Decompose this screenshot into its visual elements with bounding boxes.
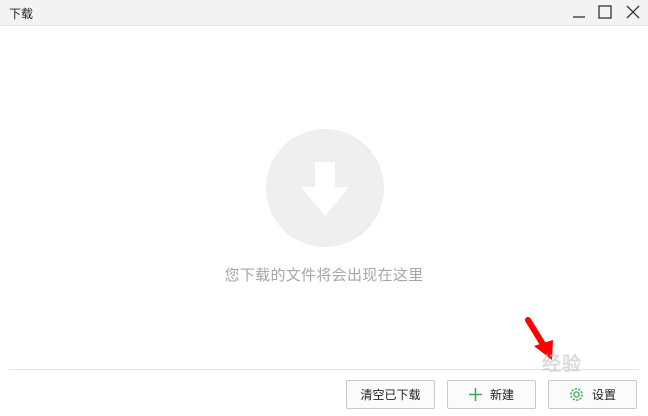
clear-downloaded-button[interactable]: 清空已下载 bbox=[346, 380, 435, 409]
empty-state-message: 您下载的文件将会出现在这里 bbox=[224, 266, 424, 284]
close-icon bbox=[626, 5, 640, 19]
plus-icon bbox=[468, 388, 482, 401]
maximize-icon bbox=[598, 5, 612, 19]
settings-label: 设置 bbox=[591, 388, 616, 402]
clear-downloaded-label: 清空已下载 bbox=[360, 388, 421, 402]
empty-state-icon-circle bbox=[266, 129, 384, 247]
baidu-jingyan-watermark: 经验 bbox=[542, 353, 583, 375]
new-download-label: 新建 bbox=[489, 388, 514, 402]
minimize-icon bbox=[573, 16, 585, 18]
maximize-button[interactable] bbox=[592, 0, 618, 26]
new-download-button[interactable]: 新建 bbox=[447, 380, 536, 409]
minimize-button[interactable] bbox=[566, 0, 592, 26]
settings-button[interactable]: 设置 bbox=[548, 380, 637, 409]
download-arrow-icon bbox=[301, 162, 349, 216]
window-title: 下载 bbox=[9, 7, 34, 21]
gear-icon bbox=[569, 387, 584, 402]
title-bar: 下载 bbox=[0, 0, 648, 26]
close-button[interactable] bbox=[620, 0, 646, 26]
